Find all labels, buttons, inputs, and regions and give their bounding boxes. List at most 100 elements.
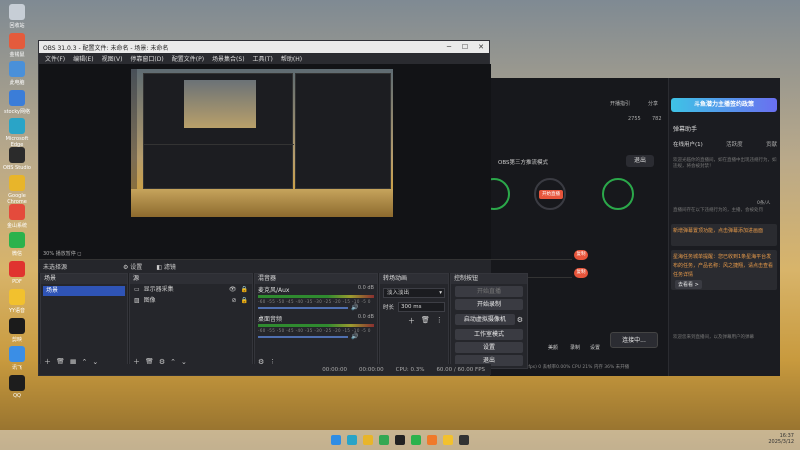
menu-docks[interactable]: 停靠窗口(D) bbox=[126, 54, 167, 63]
stream-address-field[interactable] bbox=[490, 250, 572, 260]
menu-scene-collection[interactable]: 场景集合(S) bbox=[208, 54, 249, 63]
preview-area[interactable]: 30% 播放暂停 ◻ bbox=[39, 64, 491, 259]
settings-button[interactable]: 设置 bbox=[455, 342, 523, 353]
preview-canvas[interactable] bbox=[131, 69, 393, 217]
desktop-icon[interactable]: 回收站 bbox=[2, 4, 32, 29]
tab-contribution[interactable]: 贡献 bbox=[766, 140, 777, 148]
source-item-display[interactable]: ▭ 显示器采集 👁 🔒 bbox=[130, 284, 252, 295]
volume-meter bbox=[258, 324, 374, 327]
app-icon bbox=[9, 4, 25, 20]
source-filters-button[interactable]: ◧ 滤镜 bbox=[156, 262, 176, 271]
desktop-icon[interactable]: 剪映 bbox=[2, 317, 32, 343]
menu-help[interactable]: 帮助(H) bbox=[277, 54, 306, 63]
connect-button[interactable]: 连接中... bbox=[610, 332, 658, 348]
desktop-icon[interactable]: 金钱鼠 bbox=[2, 32, 32, 58]
app-icon bbox=[9, 260, 25, 277]
menu-tools[interactable]: 工具(T) bbox=[249, 54, 277, 63]
chrome-icon[interactable] bbox=[363, 435, 373, 445]
beauty-button[interactable]: 美颜 bbox=[548, 344, 558, 351]
tab-online-users[interactable]: 在线用户(1) bbox=[673, 140, 703, 148]
lock-icon[interactable]: 🔒 bbox=[241, 284, 248, 295]
close-icon[interactable]: ✕ bbox=[473, 43, 489, 51]
desktop-icon-label: 回收站 bbox=[9, 23, 25, 29]
transitions-dock: 转场动画 淡入淡出 ▾ 时长 300 ms ＋ 🗑 ⋮ bbox=[379, 273, 449, 369]
transition-menu-icon[interactable]: ⋮ bbox=[436, 316, 443, 326]
source-item-image[interactable]: ▨ 图像 ⊘ 🔒 bbox=[130, 295, 252, 306]
controls-header: 控制按钮 bbox=[451, 274, 527, 284]
sources-header: 源 bbox=[130, 274, 252, 284]
nested-obs-preview bbox=[143, 73, 294, 189]
settings-button[interactable]: 设置 bbox=[590, 344, 600, 351]
menu-file[interactable]: 文件(F) bbox=[41, 54, 69, 63]
explorer-icon[interactable] bbox=[443, 435, 453, 445]
live-top-link-2[interactable]: 分享 bbox=[648, 100, 658, 107]
app-icon bbox=[9, 146, 25, 163]
desktop-icon[interactable]: OBS Studio bbox=[2, 146, 32, 171]
desktop-icon[interactable]: Google Chrome bbox=[2, 175, 32, 205]
obs-titlebar[interactable]: OBS 31.0.3 - 配置文件: 未命名 - 场景: 未命名 ─ ☐ ✕ bbox=[39, 41, 489, 53]
start-recording-button[interactable]: 开始录制 bbox=[455, 299, 523, 310]
tab-activity[interactable]: 活跃度 bbox=[726, 140, 743, 148]
start-live-badge[interactable]: 开始直播 bbox=[539, 190, 563, 199]
transition-select[interactable]: 淡入淡出 ▾ bbox=[383, 288, 445, 298]
desktop-icon[interactable]: QQ bbox=[2, 374, 32, 399]
desktop-icon[interactable]: stocky网络 bbox=[2, 89, 32, 115]
studio-mode-button[interactable]: 工作室模式 bbox=[455, 329, 523, 340]
desktop-icon-label: 剪映 bbox=[11, 336, 22, 343]
menu-profile[interactable]: 配置文件(P) bbox=[168, 54, 208, 63]
desktop-icon[interactable]: 微信 bbox=[2, 232, 32, 257]
speaker-icon[interactable]: 🔊 bbox=[351, 304, 358, 311]
mixer-dock: 混音器 麦克风/Aux 0.0 dB -60 -55 -50 -45 -40 -… bbox=[254, 273, 378, 369]
start-icon[interactable] bbox=[331, 435, 341, 445]
minimize-icon[interactable]: ─ bbox=[441, 43, 457, 51]
duration-input[interactable]: 300 ms bbox=[398, 302, 445, 312]
clock-date[interactable]: 2025/3/12 bbox=[768, 439, 794, 445]
wechat-icon[interactable] bbox=[411, 435, 421, 445]
dark-icon[interactable] bbox=[459, 435, 469, 445]
push-mode-label: OBS第三方推流模式 bbox=[498, 160, 548, 166]
hidden-eye-icon[interactable]: ⊘ bbox=[231, 295, 236, 306]
stream-time: 00:00:00 bbox=[322, 366, 347, 373]
remove-transition-icon[interactable]: 🗑 bbox=[421, 316, 430, 326]
obs-title: OBS 31.0.3 - 配置文件: 未命名 - 场景: 未命名 bbox=[43, 44, 169, 52]
desktop-icon[interactable]: PDF bbox=[2, 260, 32, 285]
live-top-link-1[interactable]: 开播指引 bbox=[610, 100, 630, 107]
mixer-header: 混音器 bbox=[255, 274, 377, 284]
volume-slider[interactable] bbox=[258, 336, 348, 338]
desktop-icon[interactable]: YY语音 bbox=[2, 289, 32, 314]
copy-key-button[interactable]: 复制 bbox=[574, 268, 588, 278]
copy-address-button[interactable]: 复制 bbox=[574, 250, 588, 260]
visibility-eye-icon[interactable]: 👁 bbox=[229, 284, 237, 295]
arrow-icon[interactable] bbox=[379, 435, 389, 445]
exit-push-button[interactable]: 退出 bbox=[626, 155, 654, 167]
lock-icon[interactable]: 🔒 bbox=[241, 295, 248, 306]
edge-icon[interactable] bbox=[347, 435, 357, 445]
speaker-icon[interactable]: 🔊 bbox=[351, 333, 358, 340]
virtual-camera-button[interactable]: 启动虚拟摄像机 bbox=[455, 314, 515, 325]
desktop-icon[interactable]: 此电脑 bbox=[2, 61, 32, 86]
obs-icon[interactable] bbox=[395, 435, 405, 445]
volume-slider[interactable] bbox=[258, 307, 348, 309]
maximize-icon[interactable]: ☐ bbox=[457, 43, 473, 51]
zoom-level[interactable]: 30% 播放暂停 ◻ bbox=[43, 250, 81, 257]
chevron-down-icon: ▾ bbox=[439, 290, 442, 296]
scenes-header: 场景 bbox=[41, 274, 127, 284]
scene-item[interactable]: 场景 bbox=[43, 286, 125, 296]
desktop-icon-label: 此电脑 bbox=[9, 80, 25, 86]
desktop-icon[interactable]: Microsoft Edge bbox=[2, 118, 32, 148]
record-button[interactable]: 录制 bbox=[570, 344, 580, 351]
add-transition-icon[interactable]: ＋ bbox=[408, 316, 415, 326]
desktop-icon[interactable]: 金山系统 bbox=[2, 203, 32, 229]
source-properties-button[interactable]: ⚙ 设置 bbox=[123, 262, 142, 271]
douyu-icon[interactable] bbox=[427, 435, 437, 445]
go-see-button[interactable]: 去看看 > bbox=[675, 280, 702, 289]
desktop-icon[interactable]: 讯飞 bbox=[2, 346, 32, 371]
gear-icon[interactable]: ⚙ bbox=[517, 316, 523, 324]
menu-edit[interactable]: 编辑(E) bbox=[69, 54, 97, 63]
start-streaming-button[interactable]: 开始直播 bbox=[455, 286, 523, 297]
app-icon bbox=[9, 61, 25, 77]
channel-name: 桌面音频 bbox=[258, 316, 283, 323]
menu-view[interactable]: 视图(V) bbox=[98, 54, 127, 63]
promo-banner[interactable]: 斗鱼潜力主播签约政策 bbox=[671, 98, 777, 112]
obs-window[interactable]: OBS 31.0.3 - 配置文件: 未命名 - 场景: 未命名 ─ ☐ ✕ 文… bbox=[38, 40, 528, 376]
